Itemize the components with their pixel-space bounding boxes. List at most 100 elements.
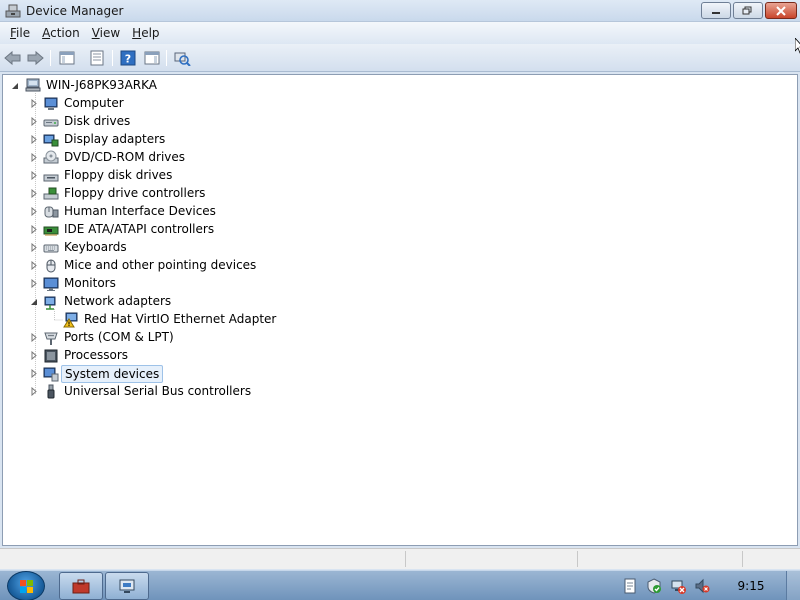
back-button[interactable] [3,48,23,68]
usb-icon [47,384,55,399]
notes-tray-icon[interactable] [622,578,638,594]
minimize-button[interactable] [701,2,731,19]
ide-controller-icon [43,226,59,236]
status-bar [0,548,800,569]
system-devices-icon [43,367,59,382]
tree-item-warning-network-adapter[interactable]: Red Hat VirtIO Ethernet Adapter [81,311,279,327]
tree-item-floppy-controller[interactable]: Floppy drive controllers [61,185,208,201]
tree-item-port[interactable]: Ports (COM & LPT) [61,329,177,345]
mouse-cursor-icon [795,38,800,54]
minimize-icon [712,11,720,14]
expander-network-adapter[interactable] [30,297,38,306]
device-manager-task-icon [119,579,135,593]
status-cell-2 [577,551,742,567]
tree-item-display-adapter[interactable]: Display adapters [61,131,168,147]
taskbar-clock[interactable]: 9:15 [730,579,772,593]
expander-floppy-controller[interactable] [30,189,38,198]
toolbox-app-icon [72,579,90,594]
volume-muted-tray-icon[interactable] [694,578,710,594]
tree-root-label[interactable]: WIN-J68PK93ARKA [43,77,160,93]
action-center-tray-icon[interactable] [646,578,662,594]
toolbar: ? [0,44,800,72]
monitor-icon [43,277,59,291]
expander-system-devices[interactable] [30,369,38,378]
close-icon [776,5,786,16]
floppy-controller-icon [43,187,59,200]
menu-help[interactable]: Help [126,26,165,40]
tree-item-system-devices[interactable]: System devices [61,365,164,383]
help-icon: ? [120,50,136,66]
floppy-drive-icon [43,174,59,182]
keyboard-icon [43,244,59,253]
expander-disk-drive[interactable] [30,117,38,126]
tree-item-floppy-drive[interactable]: Floppy disk drives [61,167,175,183]
tree-item-hid[interactable]: Human Interface Devices [61,203,219,219]
dvd-drive-icon [43,150,59,164]
properties-icon [90,50,104,66]
menu-bar: File Action View Help [0,22,800,44]
taskbar: 9:15 [0,570,800,600]
tree-item-network-adapter[interactable]: Network adapters [61,293,174,309]
tree-item-monitor[interactable]: Monitors [61,275,119,291]
network-adapter-icon [44,296,56,310]
expander-monitor[interactable] [30,279,38,288]
expander-keyboard[interactable] [30,243,38,252]
window-title: Device Manager [26,4,124,18]
expander-dvd-drive[interactable] [30,153,38,162]
properties-button[interactable] [87,48,107,68]
show-desktop-button[interactable] [786,571,800,600]
menu-action[interactable]: Action [36,26,86,40]
maximize-button[interactable] [733,2,763,19]
forward-button[interactable] [25,48,45,68]
mouse-icon [46,259,56,273]
show-hide-console-tree-button[interactable] [57,48,77,68]
tree-item-keyboard[interactable]: Keyboards [61,239,130,255]
status-cell-3 [742,551,800,567]
start-orb-icon [20,580,33,593]
expander-processor[interactable] [30,351,38,360]
show-hide-console-tree-icon [59,51,75,65]
hid-icon [44,206,59,218]
tree-item-dvd-drive[interactable]: DVD/CD-ROM drives [61,149,188,165]
tree-item-ide-controller[interactable]: IDE ATA/ATAPI controllers [61,221,217,237]
expander-mouse[interactable] [30,261,38,270]
tree-item-processor[interactable]: Processors [61,347,131,363]
expander-ide-controller[interactable] [30,225,38,234]
tree-item-disk-drive[interactable]: Disk drives [61,113,133,129]
menu-view[interactable]: View [86,26,126,40]
expander-hid[interactable] [30,207,38,216]
display-adapter-icon [43,134,59,147]
expander-usb[interactable] [30,387,38,396]
port-icon [44,332,58,345]
expander-display-adapter[interactable] [30,135,38,144]
device-tree[interactable]: WIN-J68PK93ARKA Computer Disk drives Displ… [2,74,798,546]
tree-item-computer[interactable]: Computer [61,95,127,111]
close-button[interactable] [765,2,797,19]
start-button[interactable] [7,571,45,600]
disk-drive-icon [43,119,59,127]
action-pane-button[interactable] [142,48,162,68]
menu-file[interactable]: File [4,26,36,40]
tree-item-usb[interactable]: Universal Serial Bus controllers [61,383,254,399]
expander-floppy-drive[interactable] [30,171,38,180]
title-bar: Device Manager [0,0,800,22]
taskbar-device-manager-button[interactable] [105,572,149,600]
root-expander[interactable] [11,81,19,90]
expander-port[interactable] [30,333,38,342]
status-cell-1 [405,551,577,567]
network-error-tray-icon[interactable] [670,578,686,594]
device-manager-icon [5,4,21,18]
taskbar-toolbox-button[interactable] [59,572,103,600]
computer-root-icon [25,78,41,92]
tree-item-mouse[interactable]: Mice and other pointing devices [61,257,259,273]
maximize-icon [742,6,752,14]
processor-icon [44,349,58,363]
forward-icon [27,50,44,66]
expander-computer[interactable] [30,99,38,108]
warning-network-adapter-icon [63,312,78,328]
scan-hardware-button[interactable] [172,48,192,68]
svg-text:?: ? [125,53,131,66]
help-button[interactable]: ? [118,48,138,68]
scan-hardware-icon [174,52,191,66]
back-icon [4,50,21,66]
